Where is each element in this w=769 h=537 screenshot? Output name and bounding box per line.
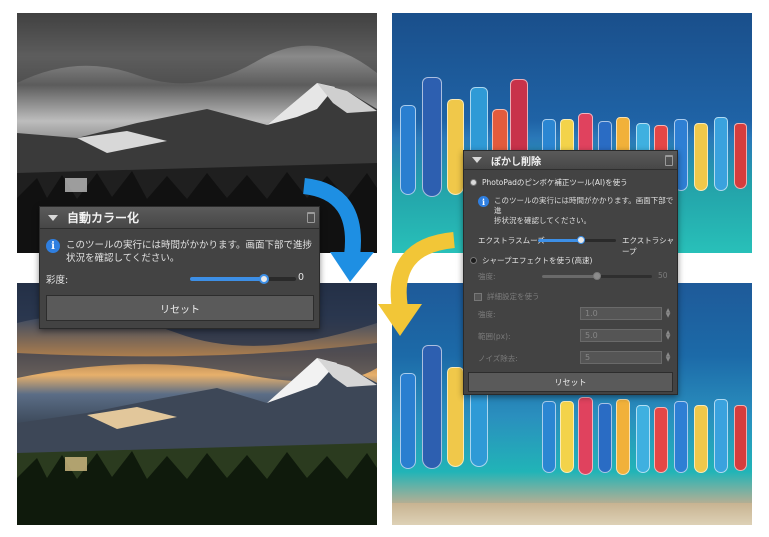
strength-slider[interactable] (542, 272, 652, 280)
ai-option-label: PhotoPadのピンボケ補正ツール(AI)を使う (482, 178, 628, 187)
panel-title: ぼかし削除 (491, 156, 541, 168)
strength-value: 50 (658, 271, 668, 280)
info-text-line1: このツールの実行には時間がかかります。画面下部で進 (494, 196, 674, 215)
unblur-panel-header[interactable]: ぼかし削除 (464, 151, 677, 170)
saturation-label: 彩度: (46, 275, 69, 286)
strength-slider-knob[interactable] (593, 272, 601, 280)
strength-label: 強度: (478, 272, 496, 281)
info-text-line2: 捗状況を確認してください。 (494, 216, 592, 225)
field-label: ノイズ除去: (478, 354, 518, 363)
auto-colorize-panel: 自動カラー化 i このツールの実行には時間がかかります。画面下部で進捗 状況を確… (39, 206, 320, 329)
reset-button[interactable]: リセット (46, 295, 314, 321)
spinner-arrows-icon[interactable]: ▲ ▼ (664, 330, 672, 341)
reset-button[interactable]: リセット (468, 372, 673, 392)
extra-smooth-label: エクストラスムーズ (478, 236, 545, 245)
field-label: 強度: (478, 310, 496, 319)
extra-sharp-label: エクストラシャープ (622, 236, 675, 256)
saturation-slider[interactable] (190, 274, 296, 284)
range-field[interactable]: 5.0 (580, 329, 662, 342)
detail-settings-checkbox[interactable] (474, 292, 482, 301)
field-label: 範囲(px): (478, 332, 511, 341)
info-text-line1: このツールの実行には時間がかかります。画面下部で進捗 (66, 240, 313, 251)
panel-title: 自動カラー化 (67, 211, 140, 225)
collapse-triangle-icon[interactable] (472, 157, 482, 163)
collapse-triangle-icon[interactable] (48, 214, 58, 221)
trash-icon[interactable] (665, 155, 673, 166)
saturation-value: 0 (298, 272, 305, 283)
unblur-panel: ぼかし削除 PhotoPadのピンボケ補正ツール(AI)を使う i このツールの… (463, 150, 678, 395)
auto-colorize-panel-header[interactable]: 自動カラー化 (40, 207, 319, 229)
info-icon: i (478, 196, 489, 207)
spinner-arrows-icon[interactable]: ▲ ▼ (664, 308, 672, 319)
smooth-sharp-slider-knob[interactable] (576, 236, 585, 244)
ai-option-radio[interactable] (470, 179, 477, 186)
strength-field[interactable]: 1.0 (580, 307, 662, 320)
trash-icon[interactable] (307, 212, 315, 223)
detail-settings-label: 詳細設定を使う (487, 292, 540, 301)
noise-removal-field[interactable]: 5 (580, 351, 662, 364)
info-text-line2: 状況を確認してください。 (66, 253, 180, 264)
beach-sand (392, 503, 752, 525)
info-icon: i (46, 239, 60, 253)
spinner-arrows-icon[interactable]: ▲ ▼ (664, 352, 672, 363)
smooth-sharp-slider[interactable] (538, 236, 616, 244)
sharpen-option-radio[interactable] (470, 257, 477, 264)
saturation-slider-knob[interactable] (259, 274, 270, 284)
sharpen-option-label: シャープエフェクトを使う(高速) (482, 256, 593, 265)
yellow-curved-arrow (378, 232, 455, 336)
